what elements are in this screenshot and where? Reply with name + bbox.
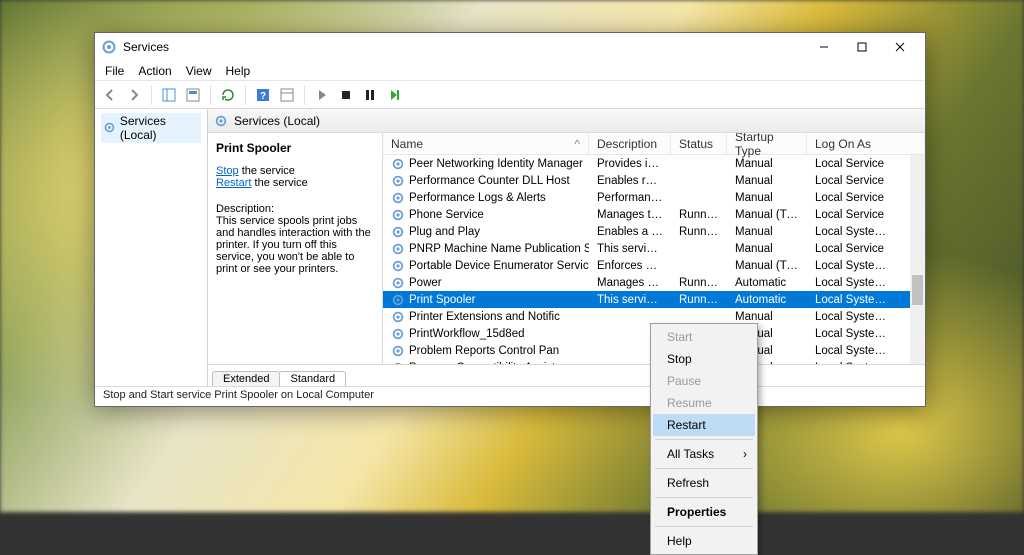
tree-item-label: Services (Local) [120,114,199,142]
column-headers: Name^ Description Status Startup Type Lo… [383,133,925,155]
table-row[interactable]: PrintWorkflow_15d8edManualLocal Syste… [383,325,910,342]
tree-item-services-local[interactable]: Services (Local) [101,113,201,143]
forward-button[interactable] [123,84,145,106]
start-service-button[interactable] [311,84,333,106]
gear-icon [391,174,405,188]
scrollbar-thumb[interactable] [912,275,923,305]
gear-icon [391,310,405,324]
detail-desc-text: This service spools print jobs and handl… [216,215,374,275]
table-row[interactable]: Plug and PlayEnables a co…RunningManualL… [383,223,910,240]
table-row[interactable]: Program Compatibility AssistRunningManua… [383,359,910,364]
titlebar[interactable]: Services [95,33,925,61]
col-description[interactable]: Description [589,133,671,154]
gear-icon [391,208,405,222]
export-button[interactable] [182,84,204,106]
menu-action[interactable]: Action [138,64,171,78]
ctx-pause: Pause [653,370,755,392]
table-row[interactable]: PNRP Machine Name Publication ServiceThi… [383,240,910,257]
table-row[interactable]: Peer Networking Identity ManagerProvides… [383,155,910,172]
ctx-resume: Resume [653,392,755,414]
gear-icon [391,344,405,358]
gear-icon [391,157,405,171]
table-row[interactable]: Phone ServiceManages th…RunningManual (T… [383,206,910,223]
gear-icon [391,327,405,341]
ctx-properties[interactable]: Properties [653,501,755,523]
menu-help[interactable]: Help [226,64,251,78]
scrollbar[interactable] [910,155,925,364]
gear-icon [214,114,228,128]
table-row[interactable]: Portable Device Enumerator ServiceEnforc… [383,257,910,274]
col-logon[interactable]: Log On As [807,133,925,154]
gear-icon [391,293,405,307]
show-hide-tree-button[interactable] [158,84,180,106]
detail-title: Print Spooler [216,141,374,155]
ctx-start: Start [653,326,755,348]
right-header: Services (Local) [208,109,925,133]
toolbar: ? [95,81,925,109]
detail-desc-heading: Description: [216,203,374,215]
ctx-stop[interactable]: Stop [653,348,755,370]
gear-icon [391,259,405,273]
restart-service-button[interactable] [383,84,405,106]
table-row[interactable]: Performance Counter DLL HostEnables rem…… [383,172,910,189]
right-header-label: Services (Local) [234,114,320,128]
minimize-button[interactable] [805,34,843,60]
properties-button[interactable] [276,84,298,106]
services-window: Services File Action View Help ? [94,32,926,407]
detail-pane: Print Spooler Stop the service Restart t… [208,133,383,364]
menubar: File Action View Help [95,61,925,81]
gear-icon [391,361,405,365]
table-row[interactable]: PowerManages po…RunningAutomaticLocal Sy… [383,274,910,291]
col-name[interactable]: Name^ [383,133,589,154]
col-status[interactable]: Status [671,133,727,154]
back-button[interactable] [99,84,121,106]
menu-file[interactable]: File [105,64,124,78]
col-startup[interactable]: Startup Type [727,133,807,154]
context-menu: Start Stop Pause Resume Restart All Task… [650,323,758,555]
stop-link[interactable]: Stop [216,165,239,177]
help-button[interactable]: ? [252,84,274,106]
tabs: Extended Standard [208,364,925,386]
ctx-refresh[interactable]: Refresh [653,472,755,494]
status-bar: Stop and Start service Print Spooler on … [95,386,925,406]
ctx-all-tasks[interactable]: All Tasks [653,443,755,465]
gear-icon [391,276,405,290]
ctx-help[interactable]: Help [653,530,755,552]
tab-standard[interactable]: Standard [279,371,346,386]
restart-link[interactable]: Restart [216,177,251,189]
menu-view[interactable]: View [186,64,212,78]
ctx-restart[interactable]: Restart [653,414,755,436]
close-button[interactable] [881,34,919,60]
left-pane: Services (Local) [95,109,208,386]
pause-service-button[interactable] [359,84,381,106]
window-title: Services [123,40,805,54]
gear-icon [391,191,405,205]
refresh-button[interactable] [217,84,239,106]
stop-service-button[interactable] [335,84,357,106]
table-row[interactable]: Printer Extensions and NotificManualLoca… [383,308,910,325]
tab-extended[interactable]: Extended [212,371,280,386]
gear-icon [391,242,405,256]
table-row[interactable]: Problem Reports Control PanManualLocal S… [383,342,910,359]
maximize-button[interactable] [843,34,881,60]
table-row[interactable]: Performance Logs & AlertsPerformanc…Manu… [383,189,910,206]
gear-icon [103,121,116,135]
gear-icon [101,39,117,55]
table-row[interactable]: Print SpoolerThis service …RunningAutoma… [383,291,910,308]
gear-icon [391,225,405,239]
svg-text:?: ? [260,91,266,102]
